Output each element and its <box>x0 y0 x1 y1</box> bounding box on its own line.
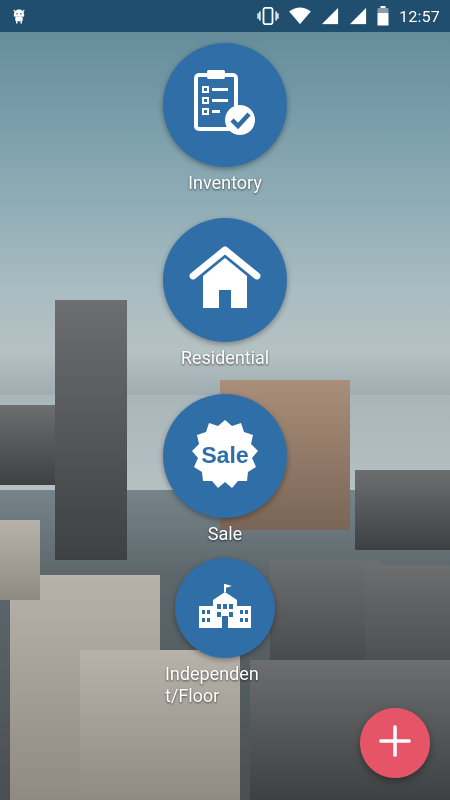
sale-button[interactable]: Sale <box>163 394 287 518</box>
independent-floor-button[interactable] <box>175 558 275 658</box>
sale-badge-text: Sale <box>201 442 249 468</box>
menu-item-independent-floor[interactable]: Independen t/Floor <box>0 558 450 707</box>
menu-item-sale[interactable]: Sale Sale <box>0 394 450 546</box>
status-bar: 12:57 <box>0 0 450 32</box>
independent-floor-label-line2: t/Floor <box>165 685 220 707</box>
clipboard-check-icon <box>190 67 260 143</box>
battery-icon <box>377 6 389 26</box>
sale-label: Sale <box>207 524 243 545</box>
residential-label: Residential <box>180 348 270 369</box>
vibrate-icon <box>257 7 279 25</box>
residential-button[interactable] <box>163 218 287 342</box>
signal-icon <box>321 7 339 25</box>
menu-item-residential[interactable]: Residential <box>0 218 450 370</box>
wifi-icon <box>289 7 311 25</box>
building-icon <box>197 582 253 634</box>
clock-text: 12:57 <box>399 6 440 26</box>
add-fab-button[interactable] <box>360 708 430 778</box>
inventory-button[interactable] <box>163 43 287 167</box>
independent-floor-label-line1: Independen <box>165 664 259 685</box>
plus-icon <box>379 725 411 761</box>
inventory-label: Inventory <box>188 173 262 194</box>
android-debug-icon <box>10 7 28 25</box>
signal-icon-2 <box>349 7 367 25</box>
menu-item-inventory[interactable]: Inventory <box>0 43 450 195</box>
independent-floor-label: Independen t/Floor <box>165 664 285 707</box>
house-icon <box>187 246 263 314</box>
sale-badge-icon: Sale <box>185 416 265 496</box>
